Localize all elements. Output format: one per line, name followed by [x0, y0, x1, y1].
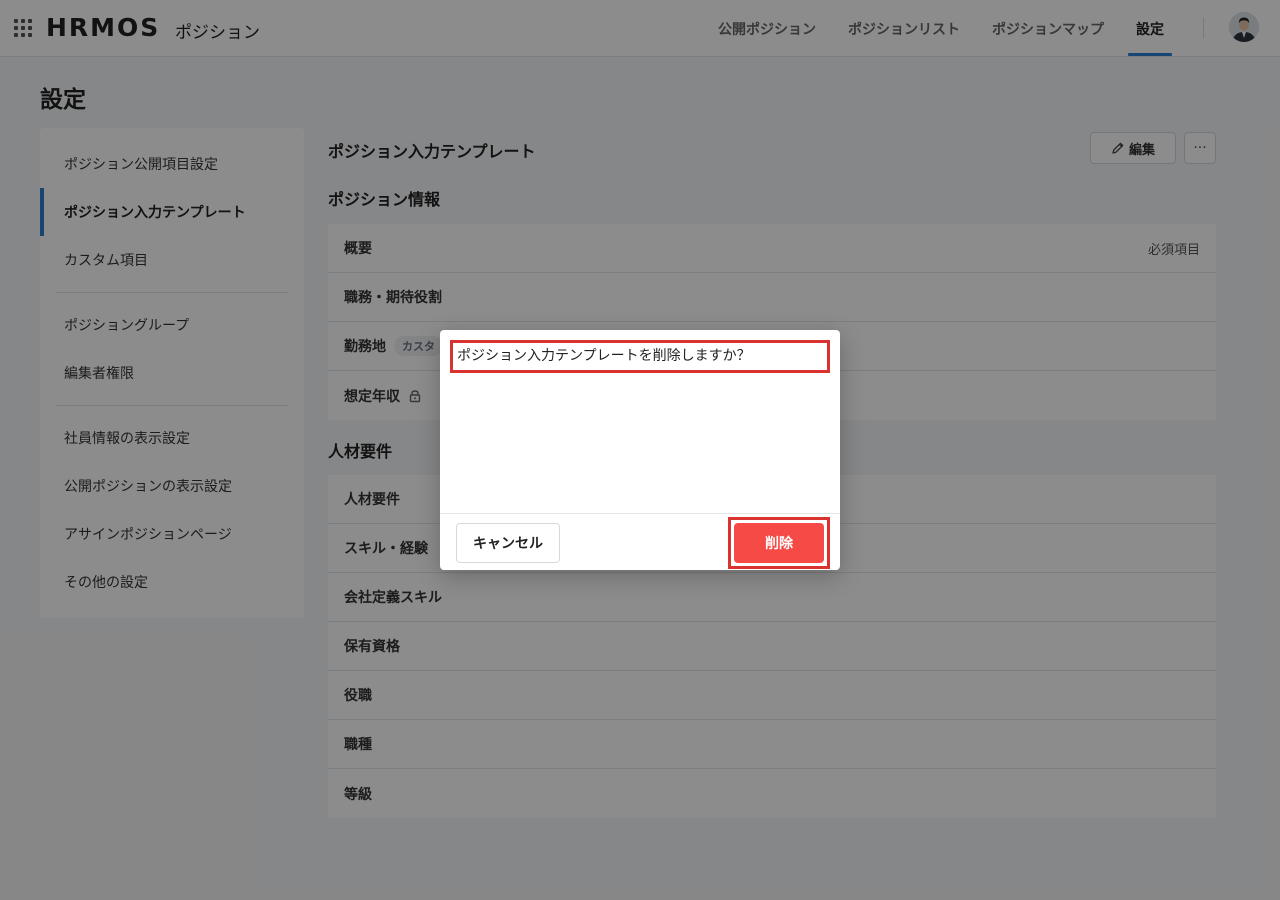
delete-button[interactable]: 削除 — [734, 523, 824, 563]
dialog-footer: キャンセル 削除 — [440, 513, 840, 570]
dialog-message: ポジション入力テンプレートを削除しますか？ — [450, 340, 830, 373]
delete-confirm-dialog: ポジション入力テンプレートを削除しますか？ キャンセル 削除 — [440, 330, 840, 570]
delete-button-highlight: 削除 — [728, 517, 830, 569]
cancel-button[interactable]: キャンセル — [456, 523, 560, 563]
